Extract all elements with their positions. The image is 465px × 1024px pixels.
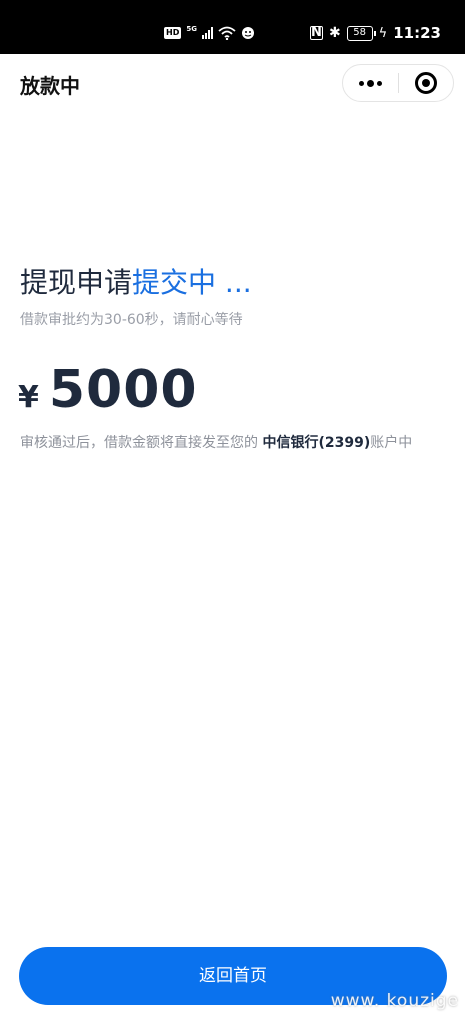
signal-bars-icon	[201, 27, 213, 39]
status-heading: 提现申请提交中 ...	[20, 261, 252, 301]
screen: HD 5G N ✱ 58 ϟ 11:23 放款中 提现申请提交中 ... 借款审…	[0, 0, 465, 1024]
loan-amount: ¥ 5000	[18, 360, 198, 420]
battery-icon: 58	[346, 25, 376, 41]
amount-value: 5000	[48, 360, 198, 420]
nfc-icon: N	[309, 25, 323, 40]
dot-icon	[358, 80, 364, 86]
mini-program-capsule	[342, 64, 454, 102]
dot-icon	[366, 79, 374, 87]
network-type-label: 5G	[186, 25, 197, 33]
status-left: HD 5G	[164, 25, 255, 40]
notice-suffix: 账户中	[370, 435, 413, 451]
hd-badge: HD	[164, 27, 182, 39]
currency-symbol: ¥	[18, 380, 39, 415]
notice-prefix: 审核通过后，借款金额将直接发至您的	[20, 435, 263, 451]
heading-prefix: 提现申请	[20, 266, 133, 299]
close-button[interactable]	[398, 65, 453, 101]
bank-account: 中信银行(2399)	[262, 435, 371, 451]
target-icon	[414, 72, 437, 94]
app-notification-icon	[241, 27, 254, 39]
approval-wait-text: 借款审批约为30-60秒，请耐心等待	[20, 312, 243, 328]
wifi-icon	[218, 26, 236, 40]
status-bar: HD 5G N ✱ 58 ϟ 11:23	[0, 0, 465, 54]
dot-icon	[376, 80, 382, 86]
status-right: N ✱ 58 ϟ 11:23	[309, 24, 441, 42]
status-time: 11:23	[393, 24, 441, 42]
charging-icon: ϟ	[378, 25, 388, 41]
more-button[interactable]	[343, 65, 398, 101]
page-title: 放款中	[20, 74, 80, 98]
heading-accent: 提交中 ...	[132, 266, 252, 299]
watermark: www. kouzige	[330, 991, 459, 1011]
disbursement-notice: 审核通过后，借款金额将直接发至您的 中信银行(2399)账户中	[20, 432, 452, 454]
bluetooth-icon: ✱	[328, 25, 341, 41]
